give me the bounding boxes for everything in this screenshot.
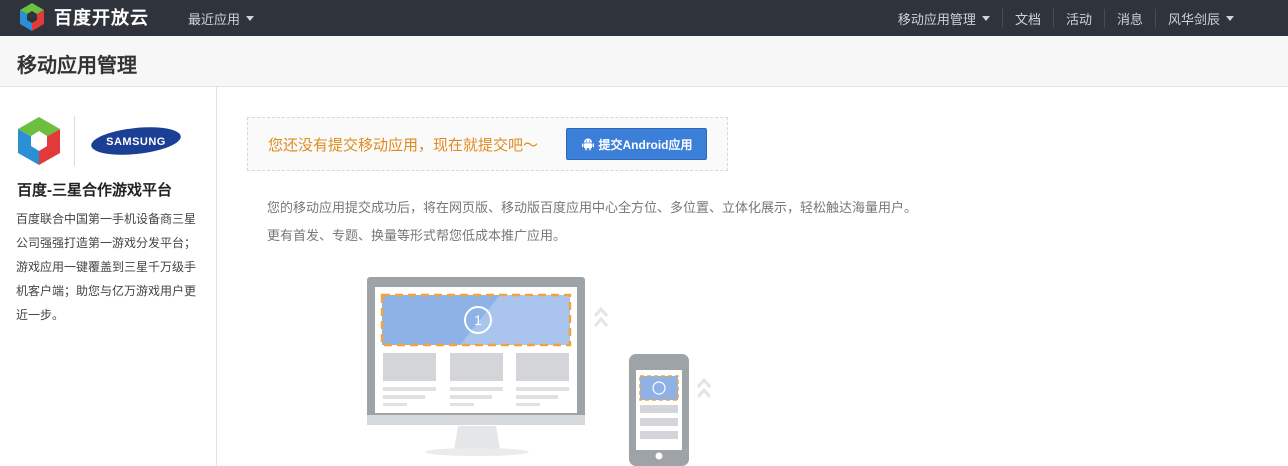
chevron-down-icon	[1226, 15, 1234, 21]
chevron-down-icon	[246, 16, 255, 21]
baidu-cube-logo-icon	[18, 117, 60, 165]
app-showcase-illustration: 1	[367, 277, 712, 466]
recent-apps-dropdown[interactable]: 最近应用	[188, 9, 255, 28]
nav-label: 文档	[1014, 11, 1041, 27]
chevron-up-icon	[593, 306, 609, 327]
description-line-2: 更有首发、专题、换量等形式帮您低成本推广应用。	[267, 228, 567, 243]
submit-android-app-button[interactable]: 提交Android应用	[566, 128, 707, 160]
page-header: 移动应用管理	[0, 36, 1288, 87]
top-nav-menu: 移动应用管理 文档 活动 消息 风华剑辰	[886, 0, 1246, 36]
samsung-logo: SAMSUNG	[91, 127, 181, 155]
notice-text: 您还没有提交移动应用，现在就提交吧～	[268, 137, 539, 154]
nav-messages[interactable]: 消息	[1103, 8, 1155, 28]
logo-text: 百度开放云	[54, 8, 149, 28]
android-icon	[581, 138, 594, 151]
nav-user-menu[interactable]: 风华剑辰	[1154, 8, 1246, 28]
description-line-1: 您的移动应用提交成功后，将在网页版、移动版百度应用中心全方位、多位置、立体化展示…	[267, 200, 918, 215]
top-navigation-bar: 百度开放云 最近应用 移动应用管理 文档 活动 消息 风华剑辰	[0, 0, 1288, 36]
nav-mobile-app-management[interactable]: 移动应用管理	[886, 9, 1002, 28]
logo-divider	[74, 116, 75, 166]
partner-logos: SAMSUNG	[16, 116, 186, 166]
sidebar: SAMSUNG 百度-三星合作游戏平台 百度联合中国第一手机设备商三星公司强强打…	[0, 87, 217, 466]
chevron-down-icon	[981, 15, 990, 21]
monitor-illustration: 1	[367, 277, 585, 456]
samsung-logo-text: SAMSUNG	[106, 136, 166, 148]
nav-label: 风华剑辰	[1167, 11, 1220, 27]
promotion-description: 您的移动应用提交成功后，将在网页版、移动版百度应用中心全方位、多位置、立体化展示…	[267, 194, 917, 250]
sidebar-title: 百度-三星合作游戏平台	[17, 182, 172, 199]
banner-badge: 1	[474, 312, 482, 328]
sidebar-description: 百度联合中国第一手机设备商三星公司强强打造第一游戏分发平台；游戏应用一键覆盖到三…	[16, 212, 197, 322]
baidu-cloud-logo[interactable]: 百度开放云	[18, 0, 149, 34]
nav-docs[interactable]: 文档	[1001, 8, 1053, 28]
nav-label: 消息	[1116, 11, 1143, 27]
cube-logo-icon	[20, 3, 44, 31]
page-title: 移动应用管理	[17, 55, 137, 77]
nav-label: 移动应用管理	[897, 11, 976, 27]
submit-button-label: 提交Android应用	[598, 137, 693, 152]
chevron-up-icon	[696, 377, 712, 398]
recent-apps-label: 最近应用	[188, 12, 241, 27]
phone-illustration	[629, 354, 689, 466]
empty-apps-notice: 您还没有提交移动应用，现在就提交吧～ 提交Android应用	[247, 117, 728, 171]
nav-label: 活动	[1065, 11, 1092, 27]
nav-events[interactable]: 活动	[1052, 8, 1104, 28]
